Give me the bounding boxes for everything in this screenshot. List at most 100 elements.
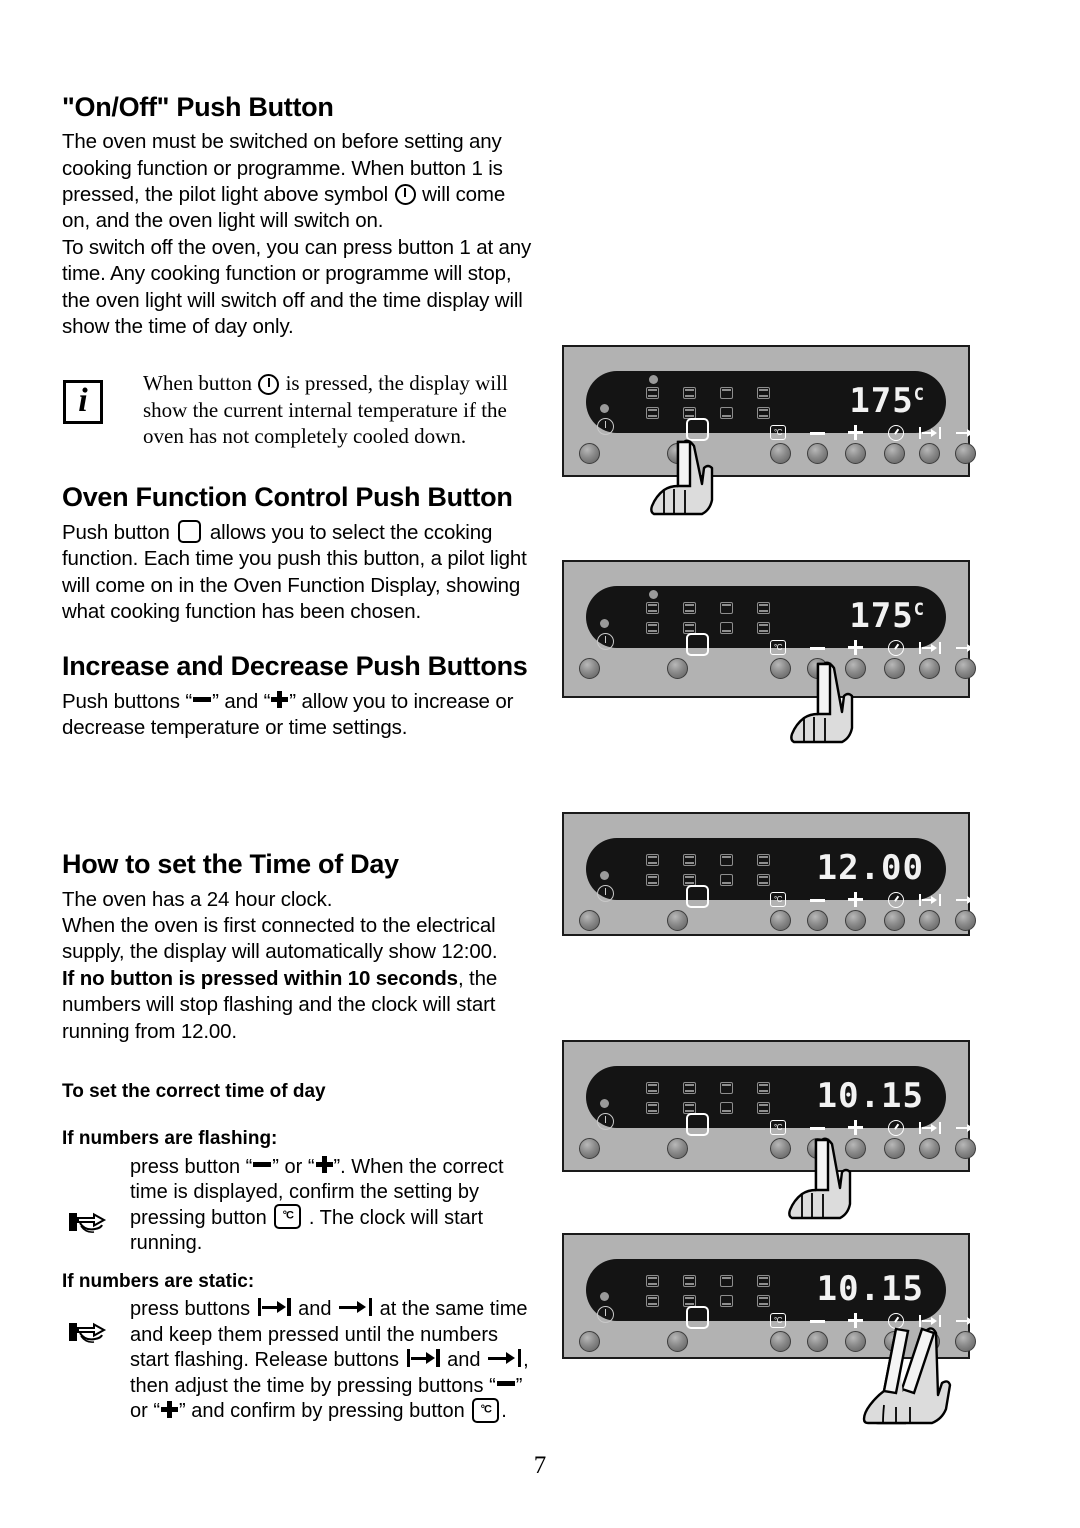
degc-button-symbol: °C <box>770 1120 786 1135</box>
plus-button-icon <box>315 1155 333 1173</box>
function-button-symbol <box>686 1306 709 1329</box>
function-icon <box>646 387 659 399</box>
minus-button[interactable] <box>807 658 828 679</box>
degc-button[interactable] <box>770 658 791 679</box>
function-button-symbol <box>686 1113 709 1136</box>
oven-display-3: 12.00 <box>586 838 946 908</box>
function-icon <box>757 407 770 419</box>
function-icon <box>646 602 659 614</box>
plus-button-symbol <box>848 425 863 440</box>
text-run: Push button <box>62 520 176 544</box>
on-off-button[interactable] <box>579 1138 600 1159</box>
flashing-instruction-text: press button “” or “”. When the correct … <box>130 1155 532 1257</box>
plus-button-symbol <box>848 1120 863 1135</box>
function-button[interactable] <box>667 443 688 464</box>
heading-numbers-flashing: If numbers are flashing: <box>62 1127 278 1149</box>
paragraph-oven-function: Push button allows you to select the cco… <box>62 519 532 626</box>
degc-button-symbol: °C <box>770 425 786 440</box>
display-value-1: 175C <box>849 381 924 421</box>
minus-button[interactable] <box>807 910 828 931</box>
paragraph-on-off-2: To switch off the oven, you can press bu… <box>62 235 532 339</box>
function-button[interactable] <box>667 910 688 931</box>
function-icon <box>720 602 733 614</box>
degc-button-symbol: °C <box>770 640 786 655</box>
minus-button[interactable] <box>807 1331 828 1352</box>
clock-button[interactable] <box>884 1331 905 1352</box>
plus-button[interactable] <box>845 1138 866 1159</box>
pilot-light-bottom <box>600 871 609 880</box>
clock-button-symbol <box>888 892 904 908</box>
function-button-icon <box>178 519 202 543</box>
heading-increase-decrease: Increase and Decrease Push Buttons <box>62 651 528 682</box>
bar-arrow-bar-button[interactable] <box>919 910 940 931</box>
clock-button[interactable] <box>884 443 905 464</box>
oven-display-5: 10.15 <box>586 1259 946 1329</box>
power-symbol-icon <box>597 1306 614 1323</box>
function-icon <box>757 1102 770 1114</box>
minus-button-symbol <box>810 899 825 902</box>
paragraph-time-3: If no button is pressed within 10 second… <box>62 966 532 1045</box>
on-off-button[interactable] <box>579 443 600 464</box>
clock-button-symbol <box>888 640 904 656</box>
degc-button-icon <box>472 1397 500 1423</box>
bar-arrow-bar-button-symbol <box>919 1122 941 1134</box>
function-button[interactable] <box>667 1138 688 1159</box>
arrow-bar-button[interactable] <box>955 910 976 931</box>
clock-button[interactable] <box>884 658 905 679</box>
function-button-symbol <box>686 418 709 441</box>
plus-button[interactable] <box>845 1331 866 1352</box>
clock-button[interactable] <box>884 1138 905 1159</box>
function-icon <box>683 1082 696 1094</box>
degc-button[interactable] <box>770 1138 791 1159</box>
degc-button[interactable] <box>770 910 791 931</box>
bar-arrow-bar-button-icon <box>257 1298 291 1317</box>
function-icon-row-top <box>646 854 770 866</box>
function-button-symbol <box>686 885 709 908</box>
arrow-bar-button-icon <box>339 1298 373 1317</box>
static-instruction-text: press buttons and at the same time and k… <box>130 1297 532 1425</box>
display-number: 175 <box>849 381 914 422</box>
function-icon <box>720 1275 733 1287</box>
bar-arrow-bar-button-symbol <box>919 642 941 654</box>
minus-button-symbol <box>810 432 825 435</box>
paragraph-increase-decrease: Push buttons “” and “” allow you to incr… <box>62 689 532 742</box>
minus-button-icon <box>496 1381 515 1387</box>
display-value-4: 10.15 <box>817 1076 924 1116</box>
function-icon <box>720 407 733 419</box>
arrow-bar-button[interactable] <box>955 443 976 464</box>
function-button[interactable] <box>667 1331 688 1352</box>
function-icon <box>646 622 659 634</box>
clock-button-symbol <box>888 1313 904 1329</box>
function-button[interactable] <box>667 658 688 679</box>
function-icon <box>757 1295 770 1307</box>
on-off-button[interactable] <box>579 658 600 679</box>
degc-button[interactable] <box>770 1331 791 1352</box>
function-icon <box>720 854 733 866</box>
bar-arrow-bar-button[interactable] <box>919 1331 940 1352</box>
bar-arrow-bar-button[interactable] <box>919 1138 940 1159</box>
bar-arrow-bar-button[interactable] <box>919 443 940 464</box>
arrow-bar-button[interactable] <box>955 658 976 679</box>
plus-button[interactable] <box>845 443 866 464</box>
minus-button-icon <box>193 696 212 702</box>
degc-button[interactable] <box>770 443 791 464</box>
bar-arrow-bar-button[interactable] <box>919 658 940 679</box>
arrow-bar-button[interactable] <box>955 1138 976 1159</box>
control-panel-illustration-2: 175C °C <box>562 560 977 698</box>
on-off-button[interactable] <box>579 910 600 931</box>
minus-button[interactable] <box>807 1138 828 1159</box>
degc-button-symbol: °C <box>770 892 786 907</box>
text-run: ” and confirm by pressing button <box>179 1400 471 1423</box>
function-icon <box>757 1275 770 1287</box>
plus-button[interactable] <box>845 658 866 679</box>
clock-button[interactable] <box>884 910 905 931</box>
plus-button[interactable] <box>845 910 866 931</box>
control-panel-illustration-3: 12.00 °C <box>562 812 977 936</box>
display-value-5: 10.15 <box>817 1269 924 1309</box>
info-note-text: When button is pressed, the display will… <box>143 370 532 450</box>
minus-button[interactable] <box>807 443 828 464</box>
on-off-button[interactable] <box>579 1331 600 1352</box>
function-icon <box>720 1082 733 1094</box>
arrow-bar-button[interactable] <box>955 1331 976 1352</box>
power-symbol-icon <box>597 633 614 650</box>
